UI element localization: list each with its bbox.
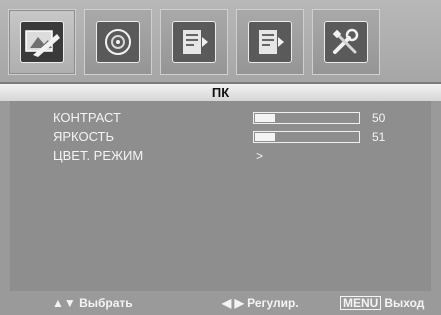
- exit-label: Выход: [384, 296, 425, 310]
- brightness-slider[interactable]: [253, 131, 360, 143]
- submenu-arrow-icon: >: [256, 149, 264, 163]
- tab-picture[interactable]: [8, 9, 76, 75]
- setting-label: ЦВЕТ. РЕЖИМ: [53, 148, 144, 163]
- settings-panel: КОНТРАСТ 50 ЯРКОСТЬ 51 ЦВЕТ. РЕЖИМ >: [10, 101, 431, 291]
- option-icon: [248, 21, 292, 63]
- setting-value: 50: [372, 111, 386, 125]
- contrast-slider[interactable]: [253, 112, 360, 124]
- setting-row-color-mode[interactable]: ЦВЕТ. РЕЖИМ >: [10, 148, 431, 164]
- section-title: ПК: [0, 84, 441, 101]
- exit-hint: MENU Выход: [340, 296, 424, 310]
- menu-tab-bar: [0, 0, 441, 82]
- footer-hints: ▲▼ Выбрать ◀ ▶ Регулир. MENU Выход: [0, 291, 441, 315]
- picture-icon: [20, 21, 64, 63]
- tools-icon: [324, 21, 368, 63]
- adjust-hint: ◀ ▶ Регулир.: [222, 296, 299, 310]
- setup-icon: [172, 21, 216, 63]
- setting-value: 51: [372, 130, 386, 144]
- setting-row-brightness[interactable]: ЯРКОСТЬ 51: [10, 129, 431, 145]
- tab-setup[interactable]: [160, 9, 228, 75]
- slider-fill: [255, 133, 276, 141]
- tab-sound[interactable]: [84, 9, 152, 75]
- setting-label: КОНТРАСТ: [53, 110, 121, 125]
- setting-row-contrast[interactable]: КОНТРАСТ 50: [10, 110, 431, 126]
- setting-label: ЯРКОСТЬ: [53, 129, 115, 144]
- tab-tools[interactable]: [312, 9, 380, 75]
- slider-fill: [255, 114, 275, 122]
- select-hint: ▲▼ Выбрать: [52, 296, 133, 310]
- sound-icon: [96, 21, 140, 63]
- menu-key-badge: MENU: [340, 296, 382, 310]
- tab-option[interactable]: [236, 9, 304, 75]
